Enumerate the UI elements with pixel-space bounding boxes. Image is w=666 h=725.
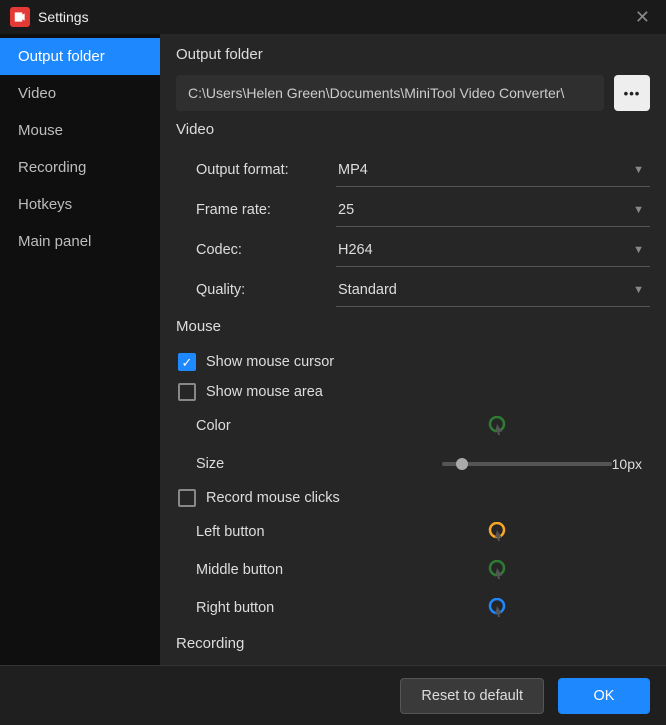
right-button-color-swatch[interactable]	[486, 597, 508, 619]
show-area-label: Show mouse area	[206, 384, 323, 400]
show-cursor-checkbox[interactable]	[178, 353, 196, 371]
show-area-checkbox[interactable]	[178, 383, 196, 401]
section-heading-output-folder: Output folder	[176, 46, 650, 63]
titlebar: Settings ✕	[0, 0, 666, 34]
codec-label: Codec:	[176, 242, 336, 258]
frame-rate-dropdown[interactable]: 25 ▼	[336, 193, 650, 227]
window-title: Settings	[38, 9, 629, 25]
codec-value: H264	[338, 242, 373, 258]
content-pane: Output folder C:\Users\Helen Green\Docum…	[160, 34, 666, 665]
left-button-label: Left button	[196, 524, 396, 540]
ok-button[interactable]: OK	[558, 678, 650, 714]
footer: Reset to default OK	[0, 665, 666, 725]
output-format-dropdown[interactable]: MP4 ▼	[336, 153, 650, 187]
output-format-label: Output format:	[176, 162, 336, 178]
sidebar-item-video[interactable]: Video	[0, 75, 160, 112]
sidebar-item-hotkeys[interactable]: Hotkeys	[0, 186, 160, 223]
browse-button[interactable]: •••	[614, 75, 650, 111]
mouse-area-color-swatch[interactable]	[486, 415, 508, 437]
mouse-area-size-label: Size	[196, 456, 352, 472]
chevron-down-icon: ▼	[633, 244, 644, 256]
sidebar-item-mouse[interactable]: Mouse	[0, 112, 160, 149]
mouse-area-size-slider[interactable]	[442, 462, 612, 466]
record-clicks-checkbox[interactable]	[178, 489, 196, 507]
chevron-down-icon: ▼	[633, 284, 644, 296]
quality-label: Quality:	[176, 282, 336, 298]
left-button-color-swatch[interactable]	[486, 521, 508, 543]
sidebar-item-main-panel[interactable]: Main panel	[0, 223, 160, 260]
sidebar-item-recording[interactable]: Recording	[0, 149, 160, 186]
codec-dropdown[interactable]: H264 ▼	[336, 233, 650, 267]
quality-value: Standard	[338, 282, 397, 298]
section-heading-mouse: Mouse	[176, 318, 650, 335]
output-format-value: MP4	[338, 162, 368, 178]
section-heading-video: Video	[176, 121, 650, 138]
chevron-down-icon: ▼	[633, 164, 644, 176]
frame-rate-value: 25	[338, 202, 354, 218]
sidebar-item-output-folder[interactable]: Output folder	[0, 38, 160, 75]
close-icon[interactable]: ✕	[629, 7, 656, 28]
slider-thumb[interactable]	[456, 458, 468, 470]
show-cursor-label: Show mouse cursor	[206, 354, 334, 370]
chevron-down-icon: ▼	[633, 204, 644, 216]
app-icon	[10, 7, 30, 27]
section-heading-recording: Recording	[176, 635, 650, 652]
sidebar: Output folder Video Mouse Recording Hotk…	[0, 34, 160, 665]
mouse-area-color-label: Color	[196, 418, 396, 434]
output-folder-path[interactable]: C:\Users\Helen Green\Documents\MiniTool …	[176, 75, 604, 111]
frame-rate-label: Frame rate:	[176, 202, 336, 218]
right-button-label: Right button	[196, 600, 396, 616]
mouse-area-size-value: 10px	[612, 456, 650, 472]
record-clicks-label: Record mouse clicks	[206, 490, 340, 506]
middle-button-label: Middle button	[196, 562, 396, 578]
quality-dropdown[interactable]: Standard ▼	[336, 273, 650, 307]
settings-window: Settings ✕ Output folder Video Mouse Rec…	[0, 0, 666, 725]
middle-button-color-swatch[interactable]	[486, 559, 508, 581]
reset-button[interactable]: Reset to default	[400, 678, 544, 714]
